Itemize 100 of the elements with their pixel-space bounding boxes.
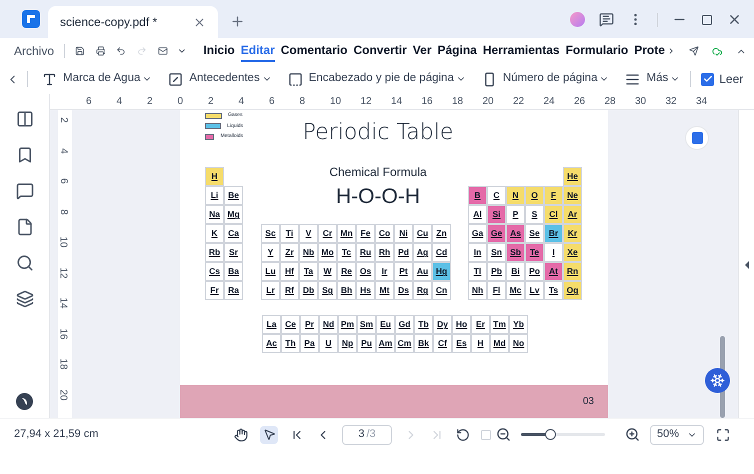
ruler-number: 20 <box>482 96 494 107</box>
rotate-icon[interactable] <box>456 428 470 442</box>
search-icon[interactable] <box>16 254 34 272</box>
app-logo-icon <box>22 10 40 28</box>
element-cell: I <box>544 243 563 262</box>
element-cell: H <box>205 167 224 186</box>
element-cell: Sc <box>261 224 280 243</box>
element-cell: Mn <box>337 224 356 243</box>
menu-tab[interactable]: Editar <box>240 40 275 62</box>
ai-assistant-button[interactable] <box>705 368 730 393</box>
element-cell: Ti <box>280 224 299 243</box>
expand-panel-icon[interactable] <box>744 260 748 268</box>
element-cell: Yb <box>509 315 528 334</box>
element-cell: Zr <box>280 243 299 262</box>
toolbar-dropdown[interactable]: Encabezado y pie de página <box>288 70 466 88</box>
document-tab[interactable]: science-copy.pdf * <box>48 6 218 38</box>
element-cell: Tm <box>490 315 509 334</box>
element-cell: Cn <box>432 281 451 300</box>
element-cell: Mg <box>224 205 243 224</box>
element-cell: Br <box>544 224 563 243</box>
element-cell: N <box>506 186 525 205</box>
toolbar-dropdown[interactable]: Antecedentes <box>168 70 272 88</box>
element-cell: Sm <box>357 315 376 334</box>
element-cell: Au <box>413 262 432 281</box>
ruler-number: 24 <box>544 96 555 107</box>
page-number: 03 <box>582 395 594 409</box>
element-cell: Ga <box>468 224 487 243</box>
save-icon[interactable] <box>74 44 84 58</box>
new-tab-icon[interactable] <box>230 14 245 29</box>
send-icon[interactable] <box>689 44 700 58</box>
element-cell: Th <box>281 334 300 353</box>
element-cell: Rg <box>413 281 432 300</box>
maximize-icon[interactable] <box>701 14 713 26</box>
menu-tab[interactable]: Convertir <box>353 40 407 62</box>
element-cell: Sg <box>318 281 337 300</box>
file-menu[interactable]: Archivo <box>14 42 54 60</box>
zoom-dropdown[interactable]: 50% <box>650 424 704 444</box>
toolbar-dropdown[interactable]: Marca de Agua <box>42 70 152 88</box>
zoom-in-icon[interactable] <box>625 427 640 442</box>
element-cell: Nb <box>299 243 318 262</box>
element-cell: Bk <box>414 334 433 353</box>
element-cell: Ba <box>224 262 243 281</box>
menu-tab[interactable]: Página <box>437 40 477 62</box>
slider-thumb[interactable] <box>545 429 556 440</box>
element-cell: Cr <box>318 224 337 243</box>
thumbnails-icon[interactable] <box>16 110 34 128</box>
page-title: Periodic Table <box>302 119 454 147</box>
element-cell: Na <box>205 205 224 224</box>
element-cell: Tb <box>414 315 433 334</box>
menu-tab[interactable]: Prote <box>634 40 665 62</box>
formula: H-O-O-H <box>336 185 420 209</box>
more-icon <box>625 72 640 86</box>
page-icon[interactable] <box>16 218 34 236</box>
element-cell: Si <box>487 205 506 224</box>
menu-tab[interactable]: Formulario <box>566 40 628 62</box>
ruler-number: 6 <box>59 178 70 184</box>
element-cell: Po <box>525 262 544 281</box>
select-tool-button[interactable] <box>260 426 278 444</box>
toolbar-dropdown[interactable]: Número de página <box>482 70 610 88</box>
checkbox[interactable] <box>701 72 714 86</box>
layers-icon[interactable] <box>16 290 34 308</box>
ruler-number: 4 <box>116 96 122 107</box>
print-icon[interactable] <box>96 44 106 58</box>
header-footer-icon <box>288 72 303 86</box>
ruler-number: 6 <box>86 96 92 107</box>
close-tab-icon[interactable] <box>193 16 206 28</box>
element-cell: Fr <box>205 281 224 300</box>
page-field[interactable]: 3 /3 <box>342 424 392 444</box>
word-convert-icon[interactable] <box>685 126 709 150</box>
element-cell: Pr <box>300 315 319 334</box>
message-icon[interactable] <box>599 12 614 27</box>
menu-tab[interactable]: Inicio <box>203 40 235 62</box>
element-cell: Es <box>452 334 471 353</box>
read-checkbox[interactable]: Leer <box>701 70 744 88</box>
ruler-number: 2 <box>208 96 214 107</box>
element-cell: Rh <box>375 243 394 262</box>
toolbar-dropdown[interactable]: Más <box>625 70 680 88</box>
fit-page-icon[interactable] <box>716 428 730 442</box>
element-cell: Se <box>525 224 544 243</box>
element-cell: Hs <box>356 281 375 300</box>
element-cell: Fl <box>487 281 506 300</box>
ruler-number: 8 <box>300 96 306 107</box>
comment-icon[interactable] <box>16 182 34 200</box>
close-icon[interactable] <box>727 12 742 27</box>
pointer-icon <box>262 428 276 441</box>
element-cell: Ra <box>224 281 243 300</box>
element-cell: Co <box>375 224 394 243</box>
element-cell: Md <box>490 334 509 353</box>
menu-tab[interactable]: Ver <box>412 40 432 62</box>
zoom-out-icon[interactable] <box>496 427 511 442</box>
element-cell: Y <box>261 243 280 262</box>
element-cell: Zn <box>432 224 451 243</box>
element-cell: Ag <box>413 243 432 262</box>
element-cell: He <box>563 167 582 186</box>
element-cell: Ar <box>563 205 582 224</box>
element-cell: Mt <box>375 281 394 300</box>
hand-tool-icon[interactable] <box>234 428 248 442</box>
menu-tab[interactable]: Comentario <box>280 40 348 62</box>
menu-tab[interactable]: Herramientas <box>482 40 560 62</box>
element-cell: Tc <box>337 243 356 262</box>
